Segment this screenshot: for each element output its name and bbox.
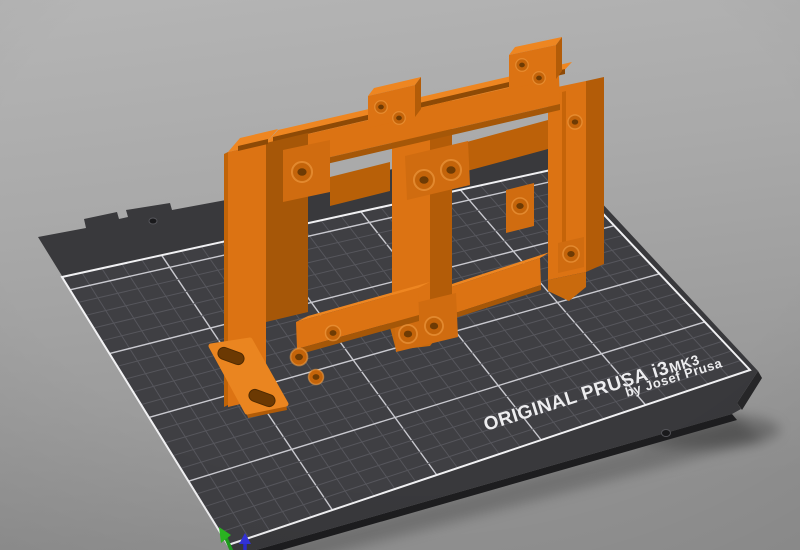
- slicer-3d-viewport[interactable]: ORIGINAL PRUSA i3 MK3 by Josef Prusa: [0, 0, 800, 550]
- bed-screw-hole: [661, 429, 671, 437]
- bed-screw-hole: [148, 217, 158, 225]
